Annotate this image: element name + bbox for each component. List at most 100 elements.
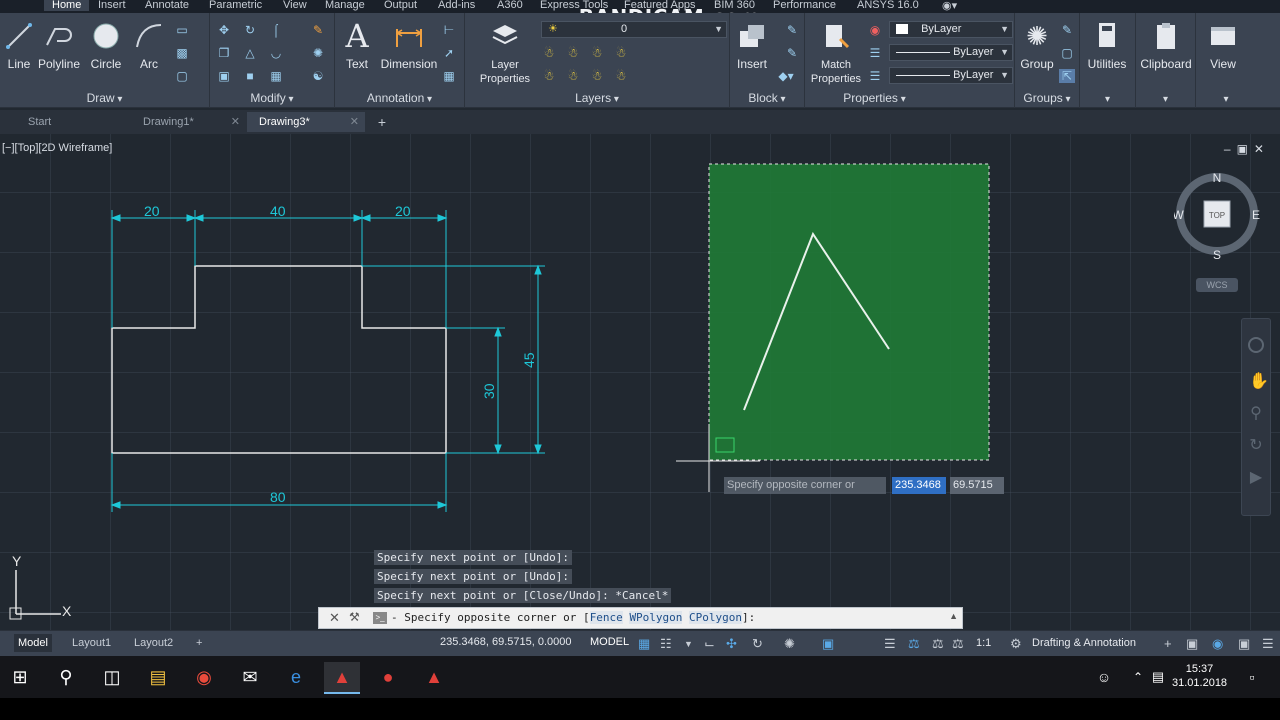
polyline-tool[interactable]: Polyline (32, 21, 86, 71)
task-view-icon[interactable]: ◫ (94, 662, 130, 694)
pan-icon[interactable]: ✋ (1249, 371, 1269, 390)
model-space-button[interactable]: MODEL (590, 636, 629, 648)
layout-tab-layout2[interactable]: Layout2 (130, 634, 177, 652)
lineweight-icon[interactable]: ☰ (867, 69, 883, 83)
zoom-icon[interactable]: ⚲ (1249, 403, 1263, 422)
tab-view[interactable]: View (281, 0, 309, 11)
clipboard-dropdown[interactable] (1136, 91, 1195, 105)
rotate-icon[interactable]: ↻ (242, 23, 258, 37)
file-tab-drawing1[interactable]: Drawing1* ✕ (131, 112, 246, 132)
annotation-panel-title[interactable]: Annotation (335, 91, 464, 105)
properties-panel-title[interactable]: Properties (805, 91, 944, 105)
clipboard-tool[interactable]: Clipboard (1139, 21, 1193, 71)
mirror-icon[interactable]: △ (242, 46, 258, 60)
offset-icon[interactable]: ☯ (310, 69, 326, 83)
scale-icon[interactable]: ■ (242, 69, 258, 83)
fillet-icon[interactable]: ◡ (268, 46, 284, 60)
stretch-icon[interactable]: ▣ (216, 69, 232, 83)
orbit-icon[interactable]: ↻ (1249, 435, 1263, 454)
tab-annotate[interactable]: Annotate (143, 0, 191, 11)
layout-tab-model[interactable]: Model (14, 634, 52, 652)
file-explorer-icon[interactable]: ▤ (140, 662, 176, 694)
edit-block-icon[interactable]: ✎ (784, 46, 800, 60)
layer-tool-icon[interactable]: ☃ (613, 46, 629, 60)
utilities-dropdown[interactable] (1080, 91, 1135, 105)
chevron-down-icon[interactable]: ▼ (684, 639, 693, 649)
command-input[interactable]: - Specify opposite corner or [Fence WPol… (391, 611, 755, 624)
windows-start-icon[interactable]: ⊞ (2, 662, 38, 694)
lineweight-toggle-icon[interactable]: ☰ (884, 636, 896, 652)
command-line[interactable]: ✕ ⚒ >_ - Specify opposite corner or [Fen… (318, 607, 963, 629)
tab-performance[interactable]: Performance (771, 0, 838, 11)
lineweight-dropdown[interactable]: ByLayer ▼ (889, 67, 1013, 84)
layer-tool-icon[interactable]: ☃ (565, 46, 581, 60)
file-tab-start[interactable]: Start (16, 112, 130, 132)
insert-tool[interactable]: Insert (725, 21, 779, 71)
polar-icon[interactable]: ✣ (726, 636, 737, 652)
gear-icon[interactable]: ⚙ (1010, 636, 1022, 652)
modify-panel-title[interactable]: Modify (210, 91, 334, 105)
group-edit-icon[interactable]: ▢ (1059, 46, 1075, 60)
group-select-icon[interactable]: ⇱ (1059, 69, 1075, 83)
navigation-bar[interactable]: ✋ ⚲ ↻ ▶ (1241, 318, 1271, 516)
move-icon[interactable]: ✥ (216, 23, 232, 37)
chrome-icon[interactable]: ◉ (186, 662, 222, 694)
group-tool[interactable]: ✺ Group (1010, 21, 1064, 71)
layer-tool-icon[interactable]: ☃ (565, 69, 581, 83)
layer-tool-icon[interactable]: ☃ (613, 69, 629, 83)
view-dropdown[interactable] (1196, 91, 1256, 105)
ortho-icon[interactable]: ⌙ (704, 636, 715, 652)
object-snap-tracking-icon[interactable]: ✺ (784, 636, 795, 652)
linetype-icon[interactable]: ☰ (867, 46, 883, 60)
layer-tool-icon[interactable]: ☃ (541, 69, 557, 83)
scale-dropdown[interactable]: 1:1 (976, 637, 991, 649)
layers-panel-title[interactable]: Layers (465, 91, 729, 105)
edge-icon[interactable]: e (278, 662, 314, 694)
linear-dim-icon[interactable]: ⊢ (441, 23, 457, 37)
network-icon[interactable]: ▤ (1140, 662, 1176, 694)
viewcube-top[interactable]: TOP (1209, 211, 1225, 220)
match-properties-tool[interactable]: Match Properties (805, 21, 867, 85)
close-icon[interactable]: ✕ (350, 112, 359, 132)
arc-tool[interactable]: Arc (122, 21, 176, 71)
bandicam-icon[interactable]: ● (370, 662, 406, 694)
rectangle-icon[interactable]: ▭ (174, 23, 190, 37)
search-icon[interactable]: ⚲ (48, 662, 84, 694)
isolate-icon[interactable]: ◉ (1212, 636, 1223, 652)
hatch-icon[interactable]: ▩ (174, 46, 190, 60)
plus-icon[interactable]: + (1164, 636, 1172, 651)
table-icon[interactable]: ▦ (441, 69, 457, 83)
close-icon[interactable]: ✕ (329, 610, 340, 626)
new-tab-button[interactable]: + (372, 113, 392, 131)
mail-icon[interactable]: ✉ (232, 662, 268, 694)
compass-n[interactable]: N (1213, 171, 1222, 185)
chevron-up-icon[interactable]: ▲ (949, 611, 958, 621)
layer-tool-icon[interactable]: ☃ (541, 46, 557, 60)
layout-tab-layout1[interactable]: Layout1 (68, 634, 115, 652)
add-layout-button[interactable]: + (192, 634, 206, 652)
prompt-icon[interactable]: >_ (373, 612, 387, 624)
people-icon[interactable]: ☺ (1086, 662, 1122, 694)
tab-output[interactable]: Output (382, 0, 419, 11)
system-clock[interactable]: 15:37 31.01.2018 (1172, 662, 1227, 690)
video-icon[interactable]: ◉▾ (940, 0, 959, 12)
hamburger-icon[interactable]: ☰ (1262, 636, 1274, 652)
erase-icon[interactable]: ✎ (310, 23, 326, 37)
steering-wheel-icon[interactable] (1248, 337, 1264, 353)
color-wheel-icon[interactable]: ◉ (867, 23, 883, 37)
tab-manage[interactable]: Manage (323, 0, 367, 11)
dynamic-input-y[interactable]: 69.5715 (950, 477, 1004, 494)
linetype-dropdown[interactable]: ByLayer ▼ (889, 44, 1013, 61)
notifications-icon[interactable]: ▫ (1234, 662, 1270, 694)
layer-tool-icon[interactable]: ☃ (589, 46, 605, 60)
explode-icon[interactable]: ✺ (310, 46, 326, 60)
hardware-acceleration-icon[interactable]: ▣ (1186, 636, 1198, 652)
autoscale-icon[interactable]: ⚖ (952, 636, 964, 652)
wcs-menu[interactable]: WCS (1196, 278, 1238, 292)
object-snap-icon[interactable]: ▣ (822, 636, 834, 652)
groups-panel-title[interactable]: Groups (1015, 91, 1079, 105)
option-fence[interactable]: Fence (589, 611, 623, 624)
clean-screen-icon[interactable]: ▣ (1238, 636, 1250, 652)
layer-dropdown[interactable]: ☀ 0 ▼ (541, 21, 727, 38)
dynamic-input-x[interactable]: 235.3468 (892, 477, 946, 494)
